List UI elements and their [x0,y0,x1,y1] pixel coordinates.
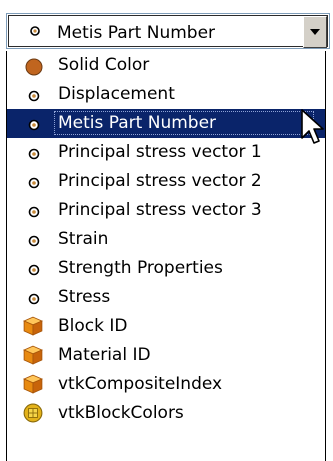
list-item-strength-properties[interactable]: Strength Properties [7,254,325,283]
list-item-vtkblockcolors[interactable]: vtkBlockColors [7,399,325,428]
coloring-combo-box[interactable]: Metis Part Number [6,13,330,49]
list-item-label: Principal stress vector 2 [58,171,262,191]
list-item-label: vtkCompositeIndex [58,374,223,394]
coloring-options-list: Solid Color Displacement Metis Part Numb… [6,51,326,461]
field-data-cell-icon [23,403,43,423]
combo-field[interactable]: Metis Part Number [8,15,328,48]
list-item-label: vtkBlockColors [58,403,184,423]
point-data-icon [28,119,40,131]
dropdown-button[interactable] [303,16,327,48]
list-item-label: Principal stress vector 3 [58,200,262,220]
list-item-label: Material ID [58,345,151,365]
field-data-block-icon [23,374,43,394]
list-item-label: Displacement [58,84,175,104]
mouse-cursor-icon [301,109,324,144]
list-item-label: Stress [58,287,111,307]
list-item-displacement[interactable]: Displacement [7,80,325,109]
point-data-icon [28,235,40,247]
combo-selected-label: Metis Part Number [57,23,216,43]
point-data-icon [28,264,40,276]
point-data-icon [30,26,40,36]
list-item-strain[interactable]: Strain [7,225,325,254]
list-item-label: Strength Properties [58,258,223,278]
list-item-label: Strain [58,229,109,249]
point-data-icon [28,177,40,189]
field-data-block-icon [23,345,43,365]
list-item-label: Metis Part Number [58,113,217,133]
list-item-metis-part-number[interactable]: Metis Part Number [7,109,325,138]
list-item-block-id[interactable]: Block ID [7,312,325,341]
chevron-down-icon [310,29,320,35]
list-item-label: Solid Color [58,55,150,75]
list-item-label: Principal stress vector 1 [58,142,262,162]
list-item-principal-stress-vector-2[interactable]: Principal stress vector 2 [7,167,325,196]
list-item-material-id[interactable]: Material ID [7,341,325,370]
coloring-dropdown: Metis Part Number Solid Color Displaceme… [0,0,333,461]
list-item-solid-color[interactable]: Solid Color [7,51,325,80]
point-data-icon [28,148,40,160]
list-item-principal-stress-vector-3[interactable]: Principal stress vector 3 [7,196,325,225]
list-item-stress[interactable]: Stress [7,283,325,312]
solid-color-icon [25,58,43,76]
list-item-label: Block ID [58,316,128,336]
point-data-icon [28,90,40,102]
point-data-icon [28,206,40,218]
field-data-block-icon [23,316,43,336]
point-data-icon [28,293,40,305]
list-item-vtkcompositeindex[interactable]: vtkCompositeIndex [7,370,325,399]
list-item-principal-stress-vector-1[interactable]: Principal stress vector 1 [7,138,325,167]
